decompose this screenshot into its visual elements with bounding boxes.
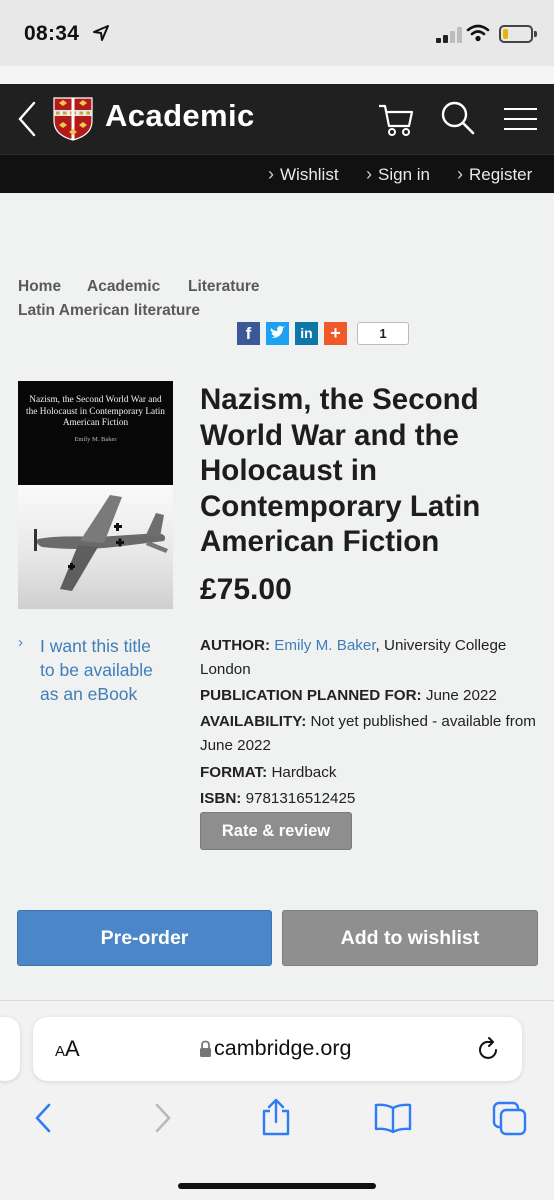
url-domain[interactable]: cambridge.org	[214, 1036, 351, 1061]
search-icon[interactable]	[440, 100, 476, 136]
bookmarks-icon[interactable]	[374, 1103, 412, 1133]
address-bar[interactable]: AA cambridge.org	[33, 1017, 522, 1081]
wishlist-link[interactable]: › Wishlist	[268, 164, 339, 185]
menu-icon[interactable]	[504, 108, 537, 138]
reader-settings-button[interactable]: AA	[55, 1036, 80, 1062]
chevron-right-icon: ›	[457, 164, 463, 184]
author-row: AUTHOR: Emily M. Baker, University Colle…	[200, 637, 507, 678]
status-time: 08:34	[24, 22, 80, 45]
main-content: Home Academic Literature Latin American …	[0, 193, 554, 1000]
breadcrumb-literature[interactable]: Literature	[188, 278, 260, 296]
location-arrow-icon	[93, 25, 109, 41]
reload-icon[interactable]	[477, 1036, 501, 1062]
publication-row: PUBLICATION PLANNED FOR: June 2022	[200, 687, 497, 704]
sign-in-link[interactable]: › Sign in	[366, 164, 430, 185]
previous-tab-peek[interactable]	[0, 1017, 20, 1081]
pre-order-button[interactable]: Pre-order	[17, 910, 272, 966]
brand-name[interactable]: Academic	[105, 98, 255, 134]
share-count: 1	[357, 322, 409, 345]
twitter-icon[interactable]	[266, 322, 289, 345]
book-cover[interactable]: Nazism, the Second World War and the Hol…	[18, 381, 173, 609]
aircraft-illustration	[34, 495, 168, 591]
account-bar: › Wishlist › Sign in › Register	[0, 154, 554, 193]
browser-toolbar: AA cambridge.org	[0, 1000, 554, 1200]
facebook-icon[interactable]: f	[237, 322, 260, 345]
availability-row: AVAILABILITY: Not yet published - availa…	[200, 713, 536, 754]
breadcrumb-academic[interactable]: Academic	[87, 278, 160, 296]
book-title: Nazism, the Second World War and the Hol…	[200, 383, 481, 558]
cart-icon[interactable]	[378, 100, 414, 138]
isbn-row: ISBN: 9781316512425	[200, 790, 356, 807]
chevron-right-icon: ›	[268, 164, 274, 184]
linkedin-icon[interactable]: in	[295, 322, 318, 345]
cover-author: Emily M. Baker	[74, 435, 117, 443]
home-indicator	[178, 1183, 376, 1189]
battery-icon	[499, 25, 533, 43]
author-link[interactable]: Emily M. Baker	[274, 637, 375, 654]
tabs-icon[interactable]	[492, 1101, 528, 1137]
book-price: £75.00	[200, 573, 292, 606]
add-to-wishlist-button[interactable]: Add to wishlist	[282, 910, 538, 966]
share-icon[interactable]	[260, 1097, 292, 1137]
breadcrumb-latin-american-literature[interactable]: Latin American literature	[18, 302, 200, 320]
back-icon[interactable]	[16, 100, 38, 138]
rate-review-button[interactable]: Rate & review	[200, 812, 352, 850]
back-icon[interactable]	[32, 1101, 54, 1135]
chevron-right-icon: ›	[366, 164, 372, 184]
site-header: Academic	[0, 84, 554, 154]
status-bar: 08:34	[0, 0, 554, 66]
cambridge-crest-logo[interactable]	[53, 97, 93, 141]
chevron-right-icon: ›	[18, 634, 23, 651]
cell-signal-icon	[436, 27, 462, 43]
wifi-icon	[466, 24, 490, 42]
breadcrumb-home[interactable]: Home	[18, 278, 61, 296]
cover-title: Nazism, the Second World War and the Hol…	[26, 395, 165, 428]
forward-icon[interactable]	[152, 1101, 174, 1135]
register-link[interactable]: › Register	[457, 164, 532, 185]
format-row: FORMAT: Hardback	[200, 764, 337, 781]
lock-icon	[200, 1040, 211, 1057]
addthis-plus-icon[interactable]: +	[324, 322, 347, 345]
